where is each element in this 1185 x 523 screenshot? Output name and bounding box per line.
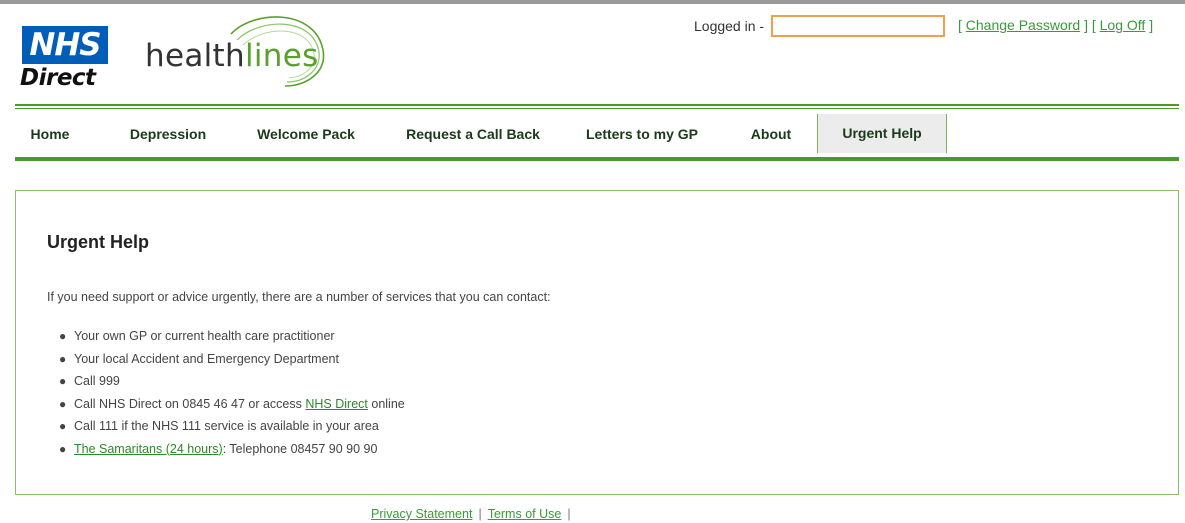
logged-in-label: Logged in - (694, 18, 765, 34)
username-field[interactable] (770, 15, 945, 37)
brand-health-text: health (145, 38, 245, 74)
bullet-icon: ● (59, 441, 67, 456)
healthlines-logo: healthlines (145, 12, 335, 87)
nav-top-rule-thin (15, 108, 1179, 109)
nhs-direct-logo: NHS Direct (20, 26, 112, 94)
bullet-icon: ● (59, 419, 67, 433)
intro-text: If you need support or advice urgently, … (47, 290, 551, 304)
nav-item-urgent-help[interactable]: Urgent Help (817, 114, 947, 153)
samaritans-link[interactable]: The Samaritans (24 hours) (74, 442, 223, 456)
healthlines-wordmark: healthlines (145, 38, 319, 74)
change-password-link[interactable]: Change Password (966, 17, 1080, 33)
footer-separator: | (567, 507, 571, 521)
footer: Privacy Statement | Terms of Use | (371, 507, 577, 521)
list-item: ● Your own GP or current health care prac… (47, 325, 405, 348)
nhs-logo-text: NHS (22, 26, 108, 64)
bullet-icon: ● (59, 396, 67, 411)
footer-separator: | (478, 507, 482, 521)
log-off-link[interactable]: Log Off (1100, 17, 1146, 33)
top-rule (0, 0, 1185, 4)
bracket-open: [ (958, 17, 962, 33)
list-item-text: Your local Accident and Emergency Depart… (74, 351, 339, 366)
content-panel: Urgent Help If you need support or advic… (15, 190, 1179, 495)
list-item-text: Call 111 if the NHS 111 service is avail… (74, 419, 379, 433)
nav-item-home[interactable]: Home (21, 114, 79, 154)
list-item-text: online (367, 396, 405, 411)
list-item: ● Your local Accident and Emergency Depar… (47, 348, 405, 371)
list-item-text: : Telephone 08457 90 90 90 (222, 441, 378, 456)
nav-item-letters-to-gp[interactable]: Letters to my GP (572, 114, 712, 154)
services-list: ● Your own GP or current health care prac… (47, 325, 405, 460)
nav-item-depression[interactable]: Depression (115, 114, 221, 154)
bullet-icon: ● (59, 374, 67, 388)
nav-bottom-rule (15, 157, 1179, 161)
bracket-close: ] (1084, 17, 1088, 33)
nav-item-about[interactable]: About (735, 114, 807, 154)
list-item: ● Call 111 if the NHS 111 service is avai… (47, 415, 405, 438)
bracket-open: [ (1091, 17, 1096, 33)
nav-item-request-call-back[interactable]: Request a Call Back (390, 114, 556, 154)
list-item-text: Your own GP or current health care pract… (74, 329, 335, 343)
bullet-icon: ● (59, 351, 67, 366)
nav-top-rule (15, 104, 1179, 106)
brand-lines-text: lines (244, 38, 319, 74)
terms-of-use-link[interactable]: Terms of Use (488, 507, 562, 521)
list-item: ● Call 999 (47, 370, 405, 393)
nhs-direct-link[interactable]: NHS Direct (305, 397, 368, 411)
account-links: [ Change Password ] [ Log Off ] (958, 17, 1153, 33)
nhs-logo-subtext: Direct (20, 65, 96, 91)
list-item-text: Call 999 (74, 374, 120, 388)
page-title: Urgent Help (47, 232, 150, 252)
privacy-statement-link[interactable]: Privacy Statement (371, 507, 472, 521)
bullet-icon: ● (59, 329, 67, 343)
login-area: Logged in - (694, 15, 945, 39)
nav-item-welcome-pack[interactable]: Welcome Pack (241, 114, 371, 154)
list-item: ● Call NHS Direct on 0845 46 47 or access… (47, 393, 405, 416)
main-nav: Home Depression Welcome Pack Request a C… (15, 114, 1179, 156)
list-item-text: Call NHS Direct on 0845 46 47 or access (74, 396, 306, 411)
list-item: ● The Samaritans (24 hours): Telephone 08… (47, 438, 405, 461)
bracket-close: ] (1149, 17, 1154, 33)
